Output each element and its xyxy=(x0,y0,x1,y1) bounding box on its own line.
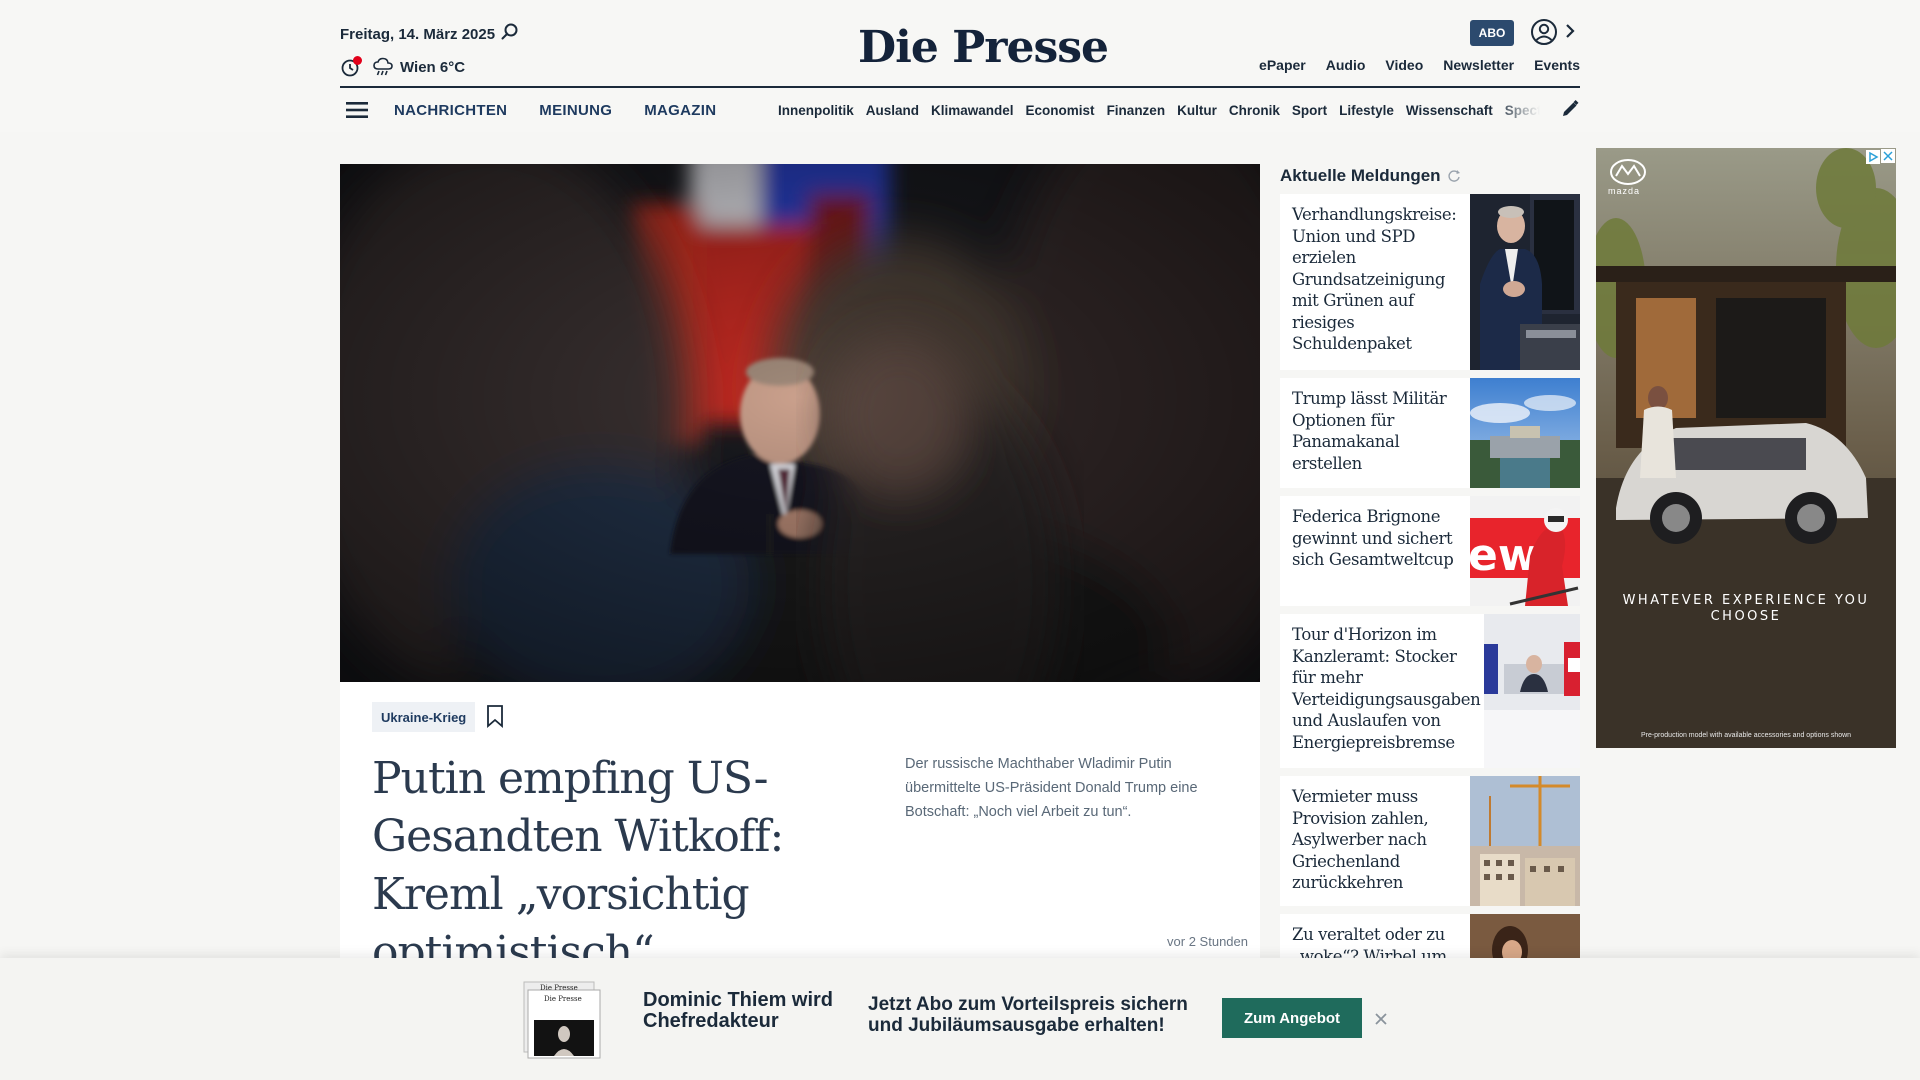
close-icon[interactable] xyxy=(1374,1012,1388,1026)
nav-meinung[interactable]: MEINUNG xyxy=(539,102,612,119)
nav-ausland[interactable]: Ausland xyxy=(866,103,919,118)
newspaper-stack-image: Die Presse Die Presse xyxy=(523,981,601,1059)
bookmark-icon[interactable] xyxy=(486,704,504,728)
svg-text:Die Presse: Die Presse xyxy=(544,995,582,1003)
link-newsletter[interactable]: Newsletter xyxy=(1443,57,1514,73)
category-tag[interactable]: Ukraine-Krieg xyxy=(372,702,476,732)
latest-news-title: Aktuelle Meldungen xyxy=(1280,166,1441,185)
ad-brand: mazda xyxy=(1608,186,1641,196)
rain-cloud-icon xyxy=(373,57,393,76)
link-audio[interactable]: Audio xyxy=(1326,57,1366,73)
promo-offer-text: Jetzt Abo zum Vorteilspreis sichern und … xyxy=(868,994,1188,1036)
refresh-icon xyxy=(1447,170,1460,182)
nav-wissenschaft[interactable]: Wissenschaft xyxy=(1406,103,1493,118)
svg-text:ew: ew xyxy=(1470,530,1539,581)
news-item-title: Vermieter muss Provision zahlen, Asylwer… xyxy=(1292,787,1429,892)
site-logo[interactable]: Die Presse xyxy=(858,22,1109,73)
nav-nachrichten[interactable]: NACHRICHTEN xyxy=(394,102,507,119)
user-account-icon[interactable] xyxy=(1530,18,1558,46)
nav-lifestyle[interactable]: Lifestyle xyxy=(1339,103,1394,118)
news-item-thumbnail xyxy=(1470,378,1580,488)
nav-main-sections: NACHRICHTEN MEINUNG MAGAZIN xyxy=(394,102,716,119)
weather-text: Wien 6°C xyxy=(400,58,466,76)
nav-innenpolitik[interactable]: Innenpolitik xyxy=(778,103,854,118)
news-item-thumbnail: ew xyxy=(1470,496,1580,606)
news-item-thumbnail xyxy=(1470,776,1580,906)
news-item-thumbnail xyxy=(1470,914,1580,958)
link-video[interactable]: Video xyxy=(1385,57,1423,73)
zum-angebot-button[interactable]: Zum Angebot xyxy=(1222,998,1362,1038)
news-item[interactable]: Vermieter muss Provision zahlen, Asylwer… xyxy=(1280,776,1580,906)
pencil-icon[interactable] xyxy=(1560,99,1580,119)
news-item[interactable]: Federica Brignone gewinnt und sichert si… xyxy=(1280,496,1580,606)
svg-text:Die Presse: Die Presse xyxy=(540,984,578,992)
latest-news-heading: Aktuelle Meldungen xyxy=(1280,166,1461,186)
ad-close-icon[interactable] xyxy=(1881,149,1895,163)
advertisement[interactable]: mazda WHATEVER EXPERIENCE YOU CHOOSE Pre… xyxy=(1596,148,1896,748)
nav-sub-sections: Innenpolitik Ausland Klimawandel Economi… xyxy=(778,103,1540,118)
news-item-title: Trump lässt Militär Optionen für Panamak… xyxy=(1292,389,1447,473)
article-headline[interactable]: Putin empfing US-Gesandten Witkoff: Krem… xyxy=(372,750,812,982)
search-icon[interactable] xyxy=(500,22,520,42)
live-clock-icon xyxy=(340,56,362,78)
hero-article-card: Ukraine-Krieg Putin empfing US-Gesandten… xyxy=(340,682,1260,978)
promo-headline: Dominic Thiem wird Chefredakteur xyxy=(643,989,834,1032)
nav-kultur[interactable]: Kultur xyxy=(1177,103,1217,118)
nav-chronik[interactable]: Chronik xyxy=(1229,103,1280,118)
main-navigation: NACHRICHTEN MEINUNG MAGAZIN Innenpolitik… xyxy=(340,88,1580,132)
subscription-promo-bar: Die Presse Die Presse Dominic Thiem wird… xyxy=(0,958,1920,1080)
hamburger-menu-icon[interactable] xyxy=(344,99,370,121)
news-item-thumbnail xyxy=(1470,194,1580,370)
current-date: Freitag, 14. März 2025 xyxy=(340,26,496,43)
link-events[interactable]: Events xyxy=(1534,57,1580,73)
nav-spectrum[interactable]: Spectrum xyxy=(1505,103,1540,118)
nav-sport[interactable]: Sport xyxy=(1292,103,1327,118)
top-links: ePaper Audio Video Newsletter Events xyxy=(1259,57,1580,73)
nav-finanzen[interactable]: Finanzen xyxy=(1107,103,1166,118)
article-timestamp: vor 2 Stunden xyxy=(1167,934,1248,949)
nav-economist[interactable]: Economist xyxy=(1026,103,1095,118)
news-item-title: Verhandlungskreise: Union und SPD erziel… xyxy=(1292,205,1457,353)
news-item[interactable]: Tour d'Horizon im Kanzleramt: Stocker fü… xyxy=(1280,614,1580,768)
news-item[interactable]: Verhandlungskreise: Union und SPD erziel… xyxy=(1280,194,1580,370)
hero-article-image[interactable] xyxy=(340,164,1260,682)
article-teaser: Der russische Machthaber Wladimir Putin … xyxy=(905,756,1198,820)
nav-klimawandel[interactable]: Klimawandel xyxy=(931,103,1014,118)
news-item[interactable]: Trump lässt Militär Optionen für Panamak… xyxy=(1280,378,1580,488)
weather-widget[interactable]: Wien 6°C xyxy=(340,56,465,78)
news-item-title: Tour d'Horizon im Kanzleramt: Stocker fü… xyxy=(1292,625,1481,752)
nav-magazin[interactable]: MAGAZIN xyxy=(644,102,716,119)
site-header: Freitag, 14. März 2025 Wien 6°C Die Pres… xyxy=(0,0,1920,132)
news-item-title: Federica Brignone gewinnt und sichert si… xyxy=(1292,507,1454,569)
news-item[interactable]: Zu veraltet oder zu „woke“? Wirbel um xyxy=(1280,914,1580,958)
link-epaper[interactable]: ePaper xyxy=(1259,57,1306,73)
news-item-thumbnail xyxy=(1484,614,1580,768)
chevron-right-icon[interactable] xyxy=(1562,20,1578,42)
ad-tagline: WHATEVER EXPERIENCE YOU CHOOSE xyxy=(1622,593,1870,624)
abo-button[interactable]: ABO xyxy=(1470,20,1514,46)
adchoices-icon[interactable] xyxy=(1866,150,1880,164)
news-item-title: Zu veraltet oder zu „woke“? Wirbel um xyxy=(1292,925,1447,958)
ad-disclaimer: Pre-production model with available acce… xyxy=(1640,732,1852,739)
